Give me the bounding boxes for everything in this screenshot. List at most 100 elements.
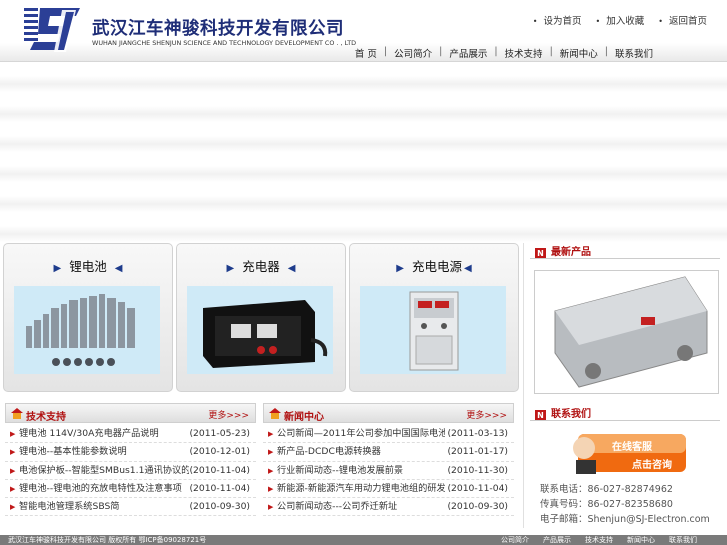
- arrow-icon: ▶: [268, 448, 274, 457]
- arrow-icon: ▶: [10, 448, 16, 457]
- list-item[interactable]: ▶ 智能电池管理系统SBS简 (2010-09-30): [5, 498, 256, 517]
- charger-image[interactable]: [187, 286, 333, 374]
- item-title[interactable]: 公司新闻—2011年公司参加中国国际电池技术交流展览会: [277, 425, 445, 443]
- company-logo-icon[interactable]: [24, 8, 82, 54]
- nav-products[interactable]: 产品展示: [449, 46, 487, 60]
- tile-label: 锂电池: [69, 259, 107, 274]
- arrow-icon: ▶: [10, 466, 16, 475]
- contact-phone: 联系电话：86-027-82874962: [540, 484, 673, 495]
- company-name-cn: 武汉江车神骏科技开发有限公司: [92, 19, 344, 39]
- play-right-icon: ▶: [226, 263, 235, 274]
- site-footer: 武汉江车神骏科技开发有限公司 版权所有 鄂ICP备09028721号 公司简介 …: [0, 535, 727, 545]
- item-title[interactable]: 智能电池管理系统SBS简: [19, 498, 120, 516]
- nav-separator: |: [494, 46, 498, 57]
- footer-link-contact[interactable]: 联系我们: [669, 535, 697, 545]
- list-item[interactable]: ▶ 新产品-DCDC电源转换器 (2011-01-17): [263, 443, 514, 462]
- contact-fax: 传真号码：86-027-82358680: [540, 499, 673, 510]
- tile-title: ▶ 充电器 ◀: [177, 256, 345, 275]
- item-title[interactable]: 锂电池--锂电池的充放电特性及注意事项: [19, 480, 182, 498]
- return-home-link[interactable]: 返回首页: [658, 13, 707, 27]
- footer-links: 公司简介 产品展示 技术支持 新闻中心 联系我们: [501, 535, 697, 545]
- nav-separator: |: [439, 46, 443, 57]
- list-item[interactable]: ▶ 公司新闻动态---公司乔迁新址 (2010-09-30): [263, 498, 514, 517]
- news-header: 新闻中心 更多>>>: [263, 403, 514, 423]
- item-date: (2010-11-04): [189, 464, 250, 476]
- item-date: (2010-12-01): [189, 446, 250, 458]
- nav-contact[interactable]: 联系我们: [615, 46, 653, 60]
- item-title[interactable]: 公司新闻动态---公司乔迁新址: [277, 498, 397, 516]
- contact-us-title: N 联系我们: [535, 405, 591, 421]
- main-nav: 首 页 | 公司简介 | 产品展示 | 技术支持 | 新闻中心 | 联系我们: [355, 46, 653, 60]
- list-item[interactable]: ▶新能源-新能源汽车用动力锂电池组的研发与应用前景(2010-11-04): [263, 480, 514, 499]
- footer-link-tech[interactable]: 技术支持: [585, 535, 613, 545]
- play-right-icon: ▶: [53, 263, 62, 274]
- nav-separator: |: [604, 46, 608, 57]
- divider: [530, 258, 720, 259]
- tile-label: 充电器: [242, 259, 280, 274]
- arrow-icon: ▶: [10, 503, 16, 512]
- latest-products-title: N 最新产品: [535, 243, 591, 259]
- footer-link-about[interactable]: 公司简介: [501, 535, 529, 545]
- list-item[interactable]: ▶ 行业新闻动态--锂电池发展前景 (2010-11-30): [263, 462, 514, 480]
- item-date: (2010-09-30): [447, 501, 508, 513]
- product-tile-power-supply[interactable]: ▶ 充电电源 ◀: [349, 243, 519, 392]
- footer-link-products[interactable]: 产品展示: [543, 535, 571, 545]
- section-title: 新闻中心: [284, 412, 324, 423]
- divider: [530, 420, 720, 421]
- arrow-icon: ▶: [268, 503, 274, 512]
- online-service-button[interactable]: 在线客服 点击咨询: [566, 432, 687, 474]
- list-item[interactable]: ▶ 锂电池--锂电池的充放电特性及注意事项 (2010-11-04): [5, 480, 256, 499]
- item-date: (2010-11-04): [447, 482, 508, 494]
- tech-more-link[interactable]: 更多>>>: [208, 408, 249, 421]
- arrow-icon: ▶: [10, 430, 16, 438]
- house-icon: [11, 408, 23, 419]
- item-date: (2010-11-04): [189, 482, 250, 494]
- item-title[interactable]: 锂电池 114V/30A充电器产品说明: [19, 425, 159, 443]
- service-label-top: 在线客服: [612, 442, 652, 453]
- list-item[interactable]: ▶ 锂电池 114V/30A充电器产品说明 (2011-05-23): [5, 425, 256, 444]
- contact-email[interactable]: 电子邮箱：Shenjun@SJ-Electron.com: [540, 511, 710, 525]
- product-tile-battery[interactable]: ▶ 锂电池 ◀: [3, 243, 173, 392]
- tech-support-header: 技术支持 更多>>>: [5, 403, 256, 423]
- latest-product-image[interactable]: [534, 270, 719, 394]
- set-homepage-link[interactable]: 设为首页: [533, 13, 582, 27]
- top-links: 设为首页 加入收藏 返回首页: [533, 13, 707, 27]
- tile-label: 充电电源: [411, 259, 462, 274]
- copyright-text: 武汉江车神骏科技开发有限公司 版权所有 鄂ICP备09028721号: [8, 536, 207, 544]
- item-title[interactable]: 行业新闻动态--锂电池发展前景: [277, 462, 403, 480]
- item-date: (2010-11-30): [447, 464, 508, 476]
- news-more-link[interactable]: 更多>>>: [466, 408, 507, 421]
- tech-support-list: ▶ 锂电池 114V/30A充电器产品说明 (2011-05-23) ▶ 锂电池--基…: [5, 425, 256, 517]
- list-item[interactable]: ▶公司新闻—2011年公司参加中国国际电池技术交流展览会(2011-03-13): [263, 425, 514, 444]
- add-favorite-link[interactable]: 加入收藏: [596, 13, 644, 27]
- list-item[interactable]: ▶电池保护板--智能型SMBus1.1通讯协议的技术简介(2010-11-04): [5, 462, 256, 480]
- item-title[interactable]: 新产品-DCDC电源转换器: [277, 443, 381, 461]
- section-title: 技术支持: [26, 412, 66, 423]
- nav-separator: |: [383, 46, 388, 57]
- item-date: (2011-03-13): [447, 428, 508, 439]
- item-title[interactable]: 电池保护板--智能型SMBus1.1通讯协议的技术简介: [19, 462, 189, 480]
- item-title[interactable]: 锂电池--基本性能参数说明: [19, 443, 127, 461]
- nav-separator: |: [549, 46, 553, 57]
- item-title[interactable]: 新能源-新能源汽车用动力锂电池组的研发与应用前景: [277, 480, 445, 498]
- product-tile-charger[interactable]: ▶ 充电器 ◀: [176, 243, 346, 392]
- arrow-icon: ▶: [268, 466, 274, 475]
- power-supply-image[interactable]: [360, 286, 506, 374]
- battery-image[interactable]: [14, 286, 160, 374]
- banner-area: [0, 62, 727, 242]
- arrow-icon: ▶: [268, 430, 274, 438]
- site-header: 武汉江车神骏科技开发有限公司 WUHAN JIANGCHE SHENJUN SC…: [0, 0, 727, 62]
- tile-title: ▶ 充电电源 ◀: [350, 256, 518, 275]
- nav-about[interactable]: 公司简介: [394, 46, 432, 60]
- arrow-icon: ▶: [10, 484, 16, 493]
- news-list: ▶公司新闻—2011年公司参加中国国际电池技术交流展览会(2011-03-13)…: [263, 425, 514, 517]
- nav-home[interactable]: 首 页: [355, 46, 377, 60]
- item-date: (2010-09-30): [189, 501, 250, 513]
- company-name-en: WUHAN JIANGCHE SHENJUN SCIENCE AND TECHN…: [92, 39, 357, 47]
- footer-link-news[interactable]: 新闻中心: [627, 535, 655, 545]
- nav-news[interactable]: 新闻中心: [560, 46, 598, 60]
- arrow-icon: ▶: [268, 484, 274, 493]
- nav-tech-support[interactable]: 技术支持: [505, 46, 543, 60]
- list-item[interactable]: ▶ 锂电池--基本性能参数说明 (2010-12-01): [5, 443, 256, 462]
- play-left-icon: ◀: [464, 263, 472, 274]
